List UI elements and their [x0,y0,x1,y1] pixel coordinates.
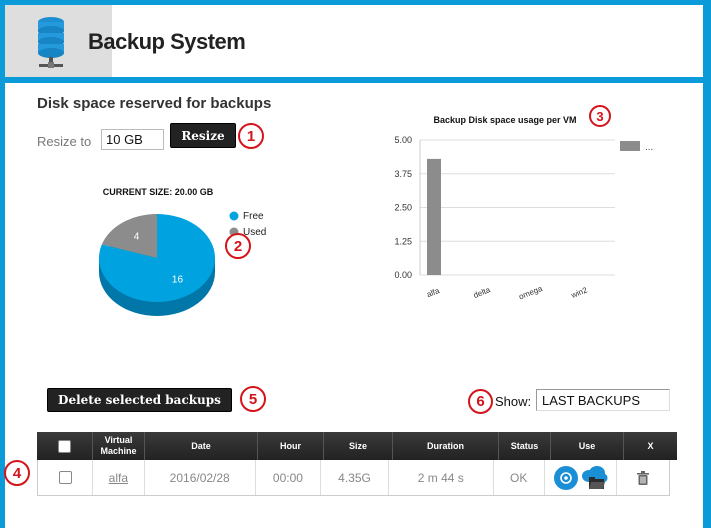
use-cell [545,460,617,495]
table-row: alfa 2016/02/28 00:00 4.35G 2 m 44 s OK [37,460,670,496]
backups-table: Virtual Machine Date Hour Size Duration … [37,432,677,496]
disk-section-title: Disk space reserved for backups [37,95,272,112]
legend-swatch-free [229,211,239,221]
callout-badge-2: 2 [225,233,251,259]
cloud-folder-icon[interactable] [580,465,608,490]
resize-label: Resize to [37,134,92,149]
date-cell: 2016/02/28 [145,460,256,495]
callout-badge-4: 4 [4,460,30,486]
y-tick-label: 3.75 [394,169,412,179]
x-tick-label-alfa: alfa [425,286,441,299]
callout-badge-1: 1 [238,123,264,149]
bar-chart-title: Backup Disk space usage per VM [433,115,576,125]
legend-label-free: Free [243,211,264,222]
disk-pie-chart: CURRENT SIZE: 20.00 GB 164 Free Used [99,187,266,316]
x-tick-label-omega: omega [518,284,545,302]
hour-cell: 00:00 [256,460,321,495]
row-checkbox[interactable] [58,471,72,484]
callout-badge-3: 3 [589,105,611,127]
callout-badge-5: 5 [240,386,266,412]
col-virtual-machine[interactable]: Virtual Machine [93,432,145,460]
vm-link[interactable]: alfa [109,471,128,485]
table-header: Virtual Machine Date Hour Size Duration … [37,432,677,460]
col-hour[interactable]: Hour [258,432,324,460]
resize-button[interactable]: Resize [170,123,236,148]
select-all-cell [37,432,93,460]
col-status[interactable]: Status [499,432,551,460]
x-tick-label-win2: win2 [569,285,589,300]
y-tick-label: 2.50 [394,203,412,213]
pie-label-used: 4 [134,232,140,243]
disc-icon[interactable] [553,465,579,491]
duration-cell: 2 m 44 s [389,460,494,495]
size-cell: 4.35G [321,460,390,495]
col-size[interactable]: Size [324,432,393,460]
y-tick-label: 5.00 [394,135,412,145]
bar-legend-swatch [620,141,640,151]
app-title: Backup System [88,29,246,54]
x-tick-label-delta: delta [472,285,492,300]
bar-alfa[interactable] [427,158,441,275]
col-delete: X [647,440,654,451]
trash-icon[interactable] [636,470,649,485]
col-date[interactable]: Date [145,432,258,460]
header: Backup System [5,5,703,83]
header-divider [5,77,703,83]
y-tick-label: 1.25 [394,236,412,246]
database-icon [38,17,64,68]
pie-chart-title: CURRENT SIZE: 20.00 GB [103,187,214,197]
resize-input[interactable] [101,129,164,150]
y-tick-label: 0.00 [394,270,412,280]
show-select[interactable]: LAST BACKUPS [536,389,670,411]
col-use: Use [551,432,624,460]
status-cell: OK [494,460,545,495]
pie-label-free: 16 [172,274,184,285]
delete-cell [617,460,669,495]
show-label: Show: [495,394,532,409]
vm-usage-bar-chart: Backup Disk space usage per VM 0.00 1.25 2… [394,115,653,302]
vm-cell: alfa [93,460,145,495]
bar-legend-label: ... [645,142,653,153]
row-select-cell [38,460,94,495]
callout-badge-6: 6 [468,389,493,414]
app-window: Backup System Disk space reserved for ba… [4,5,703,528]
delete-selected-button[interactable]: Delete selected backups [47,388,232,412]
select-all-checkbox[interactable] [58,439,71,453]
col-duration[interactable]: Duration [393,432,499,460]
